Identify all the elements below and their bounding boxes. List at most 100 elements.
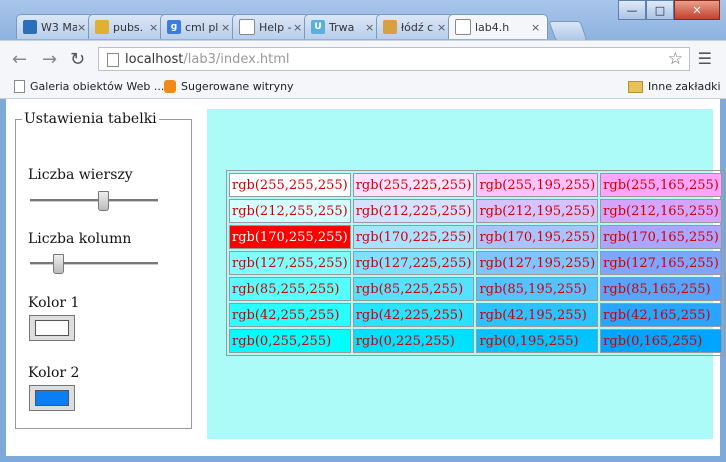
menu-icon[interactable]: ☰ — [698, 49, 712, 68]
folder-icon — [628, 80, 643, 93]
tab-5[interactable]: łódź c × — [376, 14, 454, 39]
table-cell[interactable]: rgb(85,225,255) — [352, 277, 475, 301]
slider-track — [30, 262, 158, 265]
table-row: rgb(0,255,255) rgb(0,225,255) rgb(0,195,25… — [229, 329, 722, 353]
table-cell[interactable]: rgb(255,225,255) — [352, 173, 475, 197]
table-cell[interactable]: rgb(170,225,255) — [352, 225, 475, 249]
tab-6[interactable]: lab4.h × — [448, 14, 548, 39]
url-host: localhost — [125, 51, 184, 67]
table-cell[interactable]: rgb(0,195,255) — [476, 329, 599, 353]
back-icon[interactable]: ← — [12, 49, 27, 70]
minimize-button[interactable]: — — [618, 0, 646, 20]
bookmark-item[interactable]: Sugerowane witryny — [164, 80, 294, 93]
table-cell[interactable]: rgb(42,165,255) — [600, 303, 722, 327]
table-cell[interactable]: rgb(212,165,255) — [600, 199, 722, 223]
color1-picker[interactable] — [29, 315, 75, 341]
rows-label: Liczba wierszy — [28, 167, 133, 183]
color1-label: Kolor 1 — [28, 295, 80, 311]
table-cell[interactable]: rgb(255,255,255) — [229, 173, 351, 197]
color2-swatch — [35, 390, 69, 406]
tab-title: lab4.h — [475, 20, 510, 34]
table-cell[interactable]: rgb(212,195,255) — [476, 199, 599, 223]
reload-icon[interactable]: ↻ — [70, 49, 85, 70]
table-row: rgb(42,255,255) rgb(42,225,255) rgb(42,195… — [229, 303, 722, 327]
table-cell[interactable]: rgb(127,255,255) — [229, 251, 351, 275]
tab-3[interactable]: Help - × — [232, 14, 310, 39]
table-row: rgb(255,255,255) rgb(255,225,255) rgb(255,… — [229, 173, 722, 197]
tab-title: Trwa — [329, 20, 355, 34]
table-cell[interactable]: rgb(85,165,255) — [600, 277, 722, 301]
tab-title: W3 Mathe — [41, 20, 77, 34]
table-row: rgb(127,255,255) rgb(127,225,255) rgb(127,… — [229, 251, 722, 275]
table-cell[interactable]: rgb(127,195,255) — [476, 251, 599, 275]
suggested-sites-icon — [164, 80, 176, 93]
table-row: rgb(170,255,255) rgb(170,225,255) rgb(170,… — [229, 225, 722, 249]
url-path: /lab3/index.html — [183, 51, 290, 67]
bookmark-item[interactable]: Galeria obiektów Web ... — [14, 80, 164, 93]
table-cell[interactable]: rgb(0,165,255) — [600, 329, 722, 353]
other-bookmarks[interactable]: Inne zakładki — [628, 80, 721, 93]
toolbar: ← → ↻ localhost/lab3/index.html ☆ ☰ — [0, 40, 726, 77]
table-cell[interactable]: rgb(0,225,255) — [352, 329, 475, 353]
color-table: rgb(255,255,255) rgb(255,225,255) rgb(255,… — [226, 170, 725, 356]
browser-window: — □ ✕ W3 Mathe×pubs.×g cml pl × Help -×U Trw… — [0, 0, 726, 462]
table-cell[interactable]: rgb(170,255,255) — [229, 225, 351, 249]
table-cell[interactable]: rgb(255,195,255) — [476, 173, 599, 197]
table-cell[interactable]: rgb(127,225,255) — [352, 251, 475, 275]
page-viewport: Ustawienia tabelki Liczba wierszy Liczba… — [6, 99, 725, 456]
table-cell[interactable]: rgb(170,165,255) — [600, 225, 722, 249]
tab-favicon-icon: g — [167, 20, 181, 34]
tab-title: Help - — [259, 20, 292, 34]
table-cell[interactable]: rgb(85,195,255) — [476, 277, 599, 301]
bookmark-label: Galeria obiektów Web ... — [30, 80, 165, 93]
tab-0[interactable]: W3 Mathe× — [16, 14, 94, 39]
tab-1[interactable]: pubs. × — [88, 14, 166, 39]
table-cell[interactable]: rgb(42,225,255) — [352, 303, 475, 327]
cols-label: Liczba kolumn — [28, 231, 132, 247]
table-cell[interactable]: rgb(212,255,255) — [229, 199, 351, 223]
color2-label: Kolor 2 — [28, 365, 80, 381]
tab-4[interactable]: U Trwa × — [304, 14, 382, 39]
slider-thumb[interactable] — [98, 191, 109, 211]
settings-fieldset: Ustawienia tabelki Liczba wierszy Liczba… — [15, 111, 192, 429]
maximize-button[interactable]: □ — [646, 0, 674, 20]
table-row: rgb(85,255,255) rgb(85,225,255) rgb(85,195… — [229, 277, 722, 301]
bookmarks-bar: Galeria obiektów Web ... Sugerowane witr… — [0, 76, 726, 99]
settings-legend: Ustawienia tabelki — [24, 111, 157, 127]
tab-2[interactable]: g cml pl × — [160, 14, 238, 39]
rows-slider[interactable] — [30, 191, 158, 211]
tab-favicon-icon — [95, 20, 109, 34]
new-tab-button[interactable] — [548, 21, 588, 41]
color2-picker[interactable] — [29, 385, 75, 411]
forward-icon[interactable]: → — [42, 49, 57, 70]
table-cell[interactable]: rgb(127,165,255) — [600, 251, 722, 275]
page-icon — [107, 53, 119, 67]
table-cell[interactable]: rgb(0,255,255) — [229, 329, 351, 353]
tab-strip: W3 Mathe×pubs.×gcml pl×Help -×U Trwa × łódź… — [16, 14, 588, 41]
tab-favicon-icon: U — [311, 20, 325, 34]
tab-favicon-icon — [383, 20, 397, 34]
bookmark-star-icon[interactable]: ☆ — [668, 49, 683, 69]
slider-track — [30, 199, 158, 202]
close-window-button[interactable]: ✕ — [674, 0, 720, 20]
window-controls: — □ ✕ — [618, 0, 720, 20]
page-icon — [14, 80, 25, 93]
table-cell[interactable]: rgb(170,195,255) — [476, 225, 599, 249]
table-cell[interactable]: rgb(42,255,255) — [229, 303, 351, 327]
tab-favicon-icon — [455, 19, 471, 35]
table-cell[interactable]: rgb(255,165,255) — [600, 173, 722, 197]
color1-swatch — [35, 320, 69, 336]
table-row: rgb(212,255,255) rgb(212,225,255) rgb(212,… — [229, 199, 722, 223]
tab-favicon-icon — [239, 19, 255, 35]
bookmark-label: Sugerowane witryny — [181, 80, 294, 93]
table-cell[interactable]: rgb(85,255,255) — [229, 277, 351, 301]
address-bar[interactable]: localhost/lab3/index.html ☆ — [98, 47, 690, 71]
other-bookmarks-label: Inne zakładki — [648, 80, 721, 93]
table-preview-area: rgb(255,255,255) rgb(255,225,255) rgb(255,… — [207, 109, 725, 439]
cols-slider[interactable] — [30, 254, 158, 274]
table-cell[interactable]: rgb(42,195,255) — [476, 303, 599, 327]
tab-close-icon[interactable]: × — [531, 21, 543, 34]
table-cell[interactable]: rgb(212,225,255) — [352, 199, 475, 223]
tab-favicon-icon — [23, 20, 37, 34]
slider-thumb[interactable] — [53, 254, 64, 274]
